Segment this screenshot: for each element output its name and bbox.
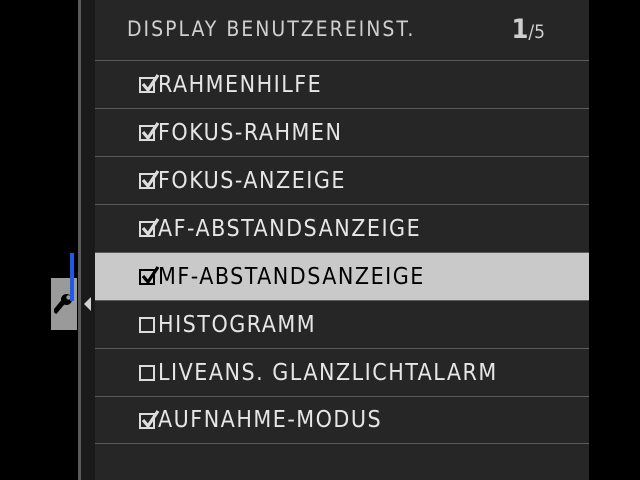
- chevron-left-icon: [84, 297, 91, 311]
- menu-item-fokus-anzeige[interactable]: FOKUS-ANZEIGE: [95, 156, 589, 204]
- menu-item-af-abstandsanzeige[interactable]: AF-ABSTANDSANZEIGE: [95, 204, 589, 252]
- menu-panel: DISPLAY BENUTZEREINST. 1/5 RAHMENHILFE F…: [70, 0, 589, 480]
- sidebar-track: [81, 0, 95, 480]
- page-current: 1: [511, 14, 529, 45]
- checkbox[interactable]: [139, 218, 160, 237]
- checkbox[interactable]: [139, 266, 160, 285]
- menu-header: DISPLAY BENUTZEREINST. 1/5: [95, 0, 589, 60]
- menu-item-label: RAHMENHILFE: [158, 71, 323, 98]
- menu-list: RAHMENHILFE FOKUS-RAHMEN FOKUS-ANZEIGE A…: [70, 60, 589, 444]
- checkbox[interactable]: [139, 409, 160, 429]
- checkmark-icon: [141, 266, 160, 285]
- menu-item-fokus-rahmen[interactable]: FOKUS-RAHMEN: [95, 108, 589, 156]
- checkbox[interactable]: [139, 365, 155, 381]
- page-total: 5: [534, 21, 545, 43]
- checkbox[interactable]: [139, 170, 160, 189]
- page-title: DISPLAY BENUTZEREINST.: [127, 17, 416, 41]
- left-margin: [0, 0, 78, 480]
- menu-item-liveans-glanzlichtalarm[interactable]: LIVEANS. GLANZLICHTALARM: [95, 348, 589, 396]
- menu-item-mf-abstandsanzeige[interactable]: MF-ABSTANDSANZEIGE: [70, 252, 589, 301]
- menu-item-label: FOKUS-RAHMEN: [158, 119, 343, 146]
- menu-item-histogramm[interactable]: HISTOGRAMM: [95, 300, 589, 348]
- menu-item-label: FOKUS-ANZEIGE: [158, 167, 346, 194]
- menu-item-label: AUFNAHME-MODUS: [158, 407, 383, 433]
- menu-item-label: AF-ABSTANDSANZEIGE: [158, 215, 422, 242]
- menu-item-aufnahme-modus[interactable]: AUFNAHME-MODUS: [95, 396, 589, 444]
- checkmark-icon: [141, 218, 160, 237]
- checkbox[interactable]: [139, 74, 160, 93]
- menu-item-label: HISTOGRAMM: [158, 311, 317, 338]
- right-margin: [589, 0, 640, 480]
- menu-item-label: LIVEANS. GLANZLICHTALARM: [158, 359, 498, 386]
- menu-item-label: MF-ABSTANDSANZEIGE: [158, 263, 425, 290]
- checkbox[interactable]: [139, 122, 160, 141]
- page-indicator: 1/5: [511, 14, 545, 45]
- checkmark-icon: [141, 170, 160, 189]
- checkbox[interactable]: [139, 317, 155, 333]
- checkmark-icon: [141, 409, 160, 429]
- menu-item-rahmenhilfe[interactable]: RAHMENHILFE: [95, 60, 589, 108]
- checkmark-icon: [141, 122, 160, 141]
- checkmark-icon: [141, 74, 160, 93]
